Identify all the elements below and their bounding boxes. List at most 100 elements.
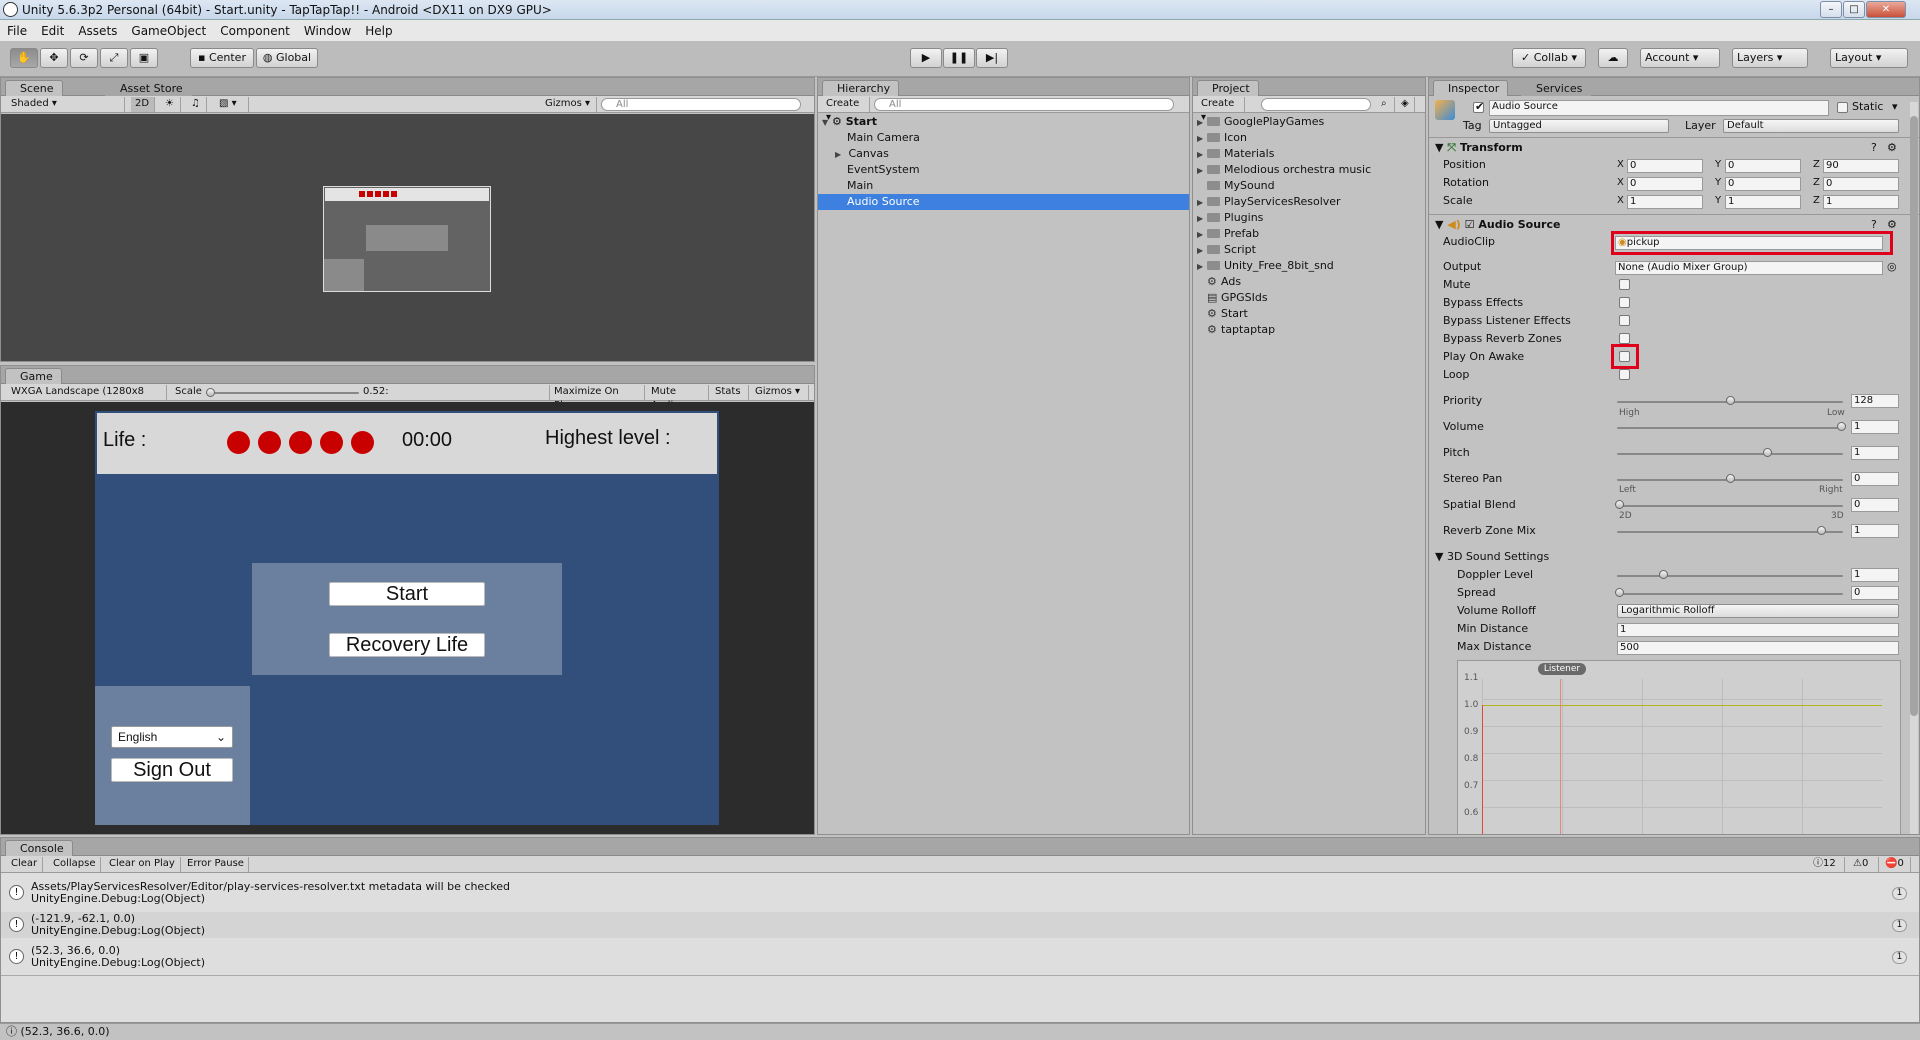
- audio-toggle-icon[interactable]: ♫: [187, 97, 207, 112]
- pitch-slider-knob[interactable]: [1763, 448, 1772, 457]
- spread-slider-track[interactable]: [1617, 593, 1843, 595]
- max-distance-input[interactable]: 500: [1617, 641, 1899, 655]
- clear-on-play-toggle[interactable]: Clear on Play: [105, 857, 181, 872]
- reverb-slider-knob[interactable]: [1817, 526, 1826, 535]
- project-folder[interactable]: ▶ Script: [1193, 242, 1425, 258]
- rotation-x-input[interactable]: 0: [1627, 177, 1703, 191]
- rolloff-graph[interactable]: Listener 1.1 1.0 0.9 0.8 0.7 0.6: [1457, 660, 1901, 834]
- hierarchy-item-main-camera[interactable]: Main Camera: [818, 130, 1189, 146]
- object-picker-icon[interactable]: ◎: [1887, 260, 1897, 274]
- scale-slider-knob[interactable]: [206, 388, 215, 397]
- lighting-icon[interactable]: ☀: [161, 97, 181, 112]
- project-file[interactable]: ⚙ Ads: [1193, 274, 1425, 290]
- console-log-entry[interactable]: ! (-121.9, -62.1, 0.0) UnityEngine.Debug…: [1, 912, 1919, 938]
- volume-slider-knob[interactable]: [1837, 422, 1846, 431]
- move-tool-icon[interactable]: ✥: [40, 48, 68, 68]
- priority-slider-knob[interactable]: [1726, 396, 1735, 405]
- spread-slider-knob[interactable]: [1615, 588, 1624, 597]
- resolution-dropdown[interactable]: WXGA Landscape (1280x8: [7, 385, 167, 400]
- info-count-toggle[interactable]: ⓘ12: [1809, 857, 1845, 872]
- hierarchy-item-audio-source[interactable]: Audio Source: [818, 194, 1189, 210]
- spread-input[interactable]: 0: [1851, 586, 1899, 600]
- static-dropdown-icon[interactable]: ▾: [1892, 100, 1898, 114]
- hierarchy-search-input[interactable]: All: [874, 98, 1174, 111]
- scene-gizmos-dropdown[interactable]: Gizmos ▾: [541, 97, 597, 112]
- hierarchy-item-eventsystem[interactable]: EventSystem: [818, 162, 1189, 178]
- menu-file[interactable]: File: [0, 24, 34, 38]
- tab-game[interactable]: Game: [5, 368, 62, 384]
- play-button[interactable]: ▶: [910, 48, 942, 68]
- mute-audio-toggle[interactable]: Mute Audio: [647, 385, 709, 411]
- project-file[interactable]: ▤ GPGSIds: [1193, 290, 1425, 306]
- output-field[interactable]: None (Audio Mixer Group): [1615, 261, 1883, 275]
- project-folder[interactable]: ▶ Icon: [1193, 130, 1425, 146]
- audio-enabled-check-icon[interactable]: ☑: [1465, 218, 1475, 231]
- rotate-tool-icon[interactable]: ⟳: [70, 48, 98, 68]
- sound3d-foldout[interactable]: ▼ 3D Sound Settings: [1435, 550, 1549, 564]
- position-y-input[interactable]: 0: [1725, 159, 1801, 173]
- pivot-center-button[interactable]: ▪ Center: [190, 48, 254, 68]
- maximize-button[interactable]: □: [1843, 1, 1865, 18]
- spatial-slider-track[interactable]: [1617, 505, 1843, 507]
- project-file[interactable]: ⚙ taptaptap: [1193, 322, 1425, 338]
- pitch-input[interactable]: 1: [1851, 446, 1899, 460]
- project-folder[interactable]: ▶ Materials: [1193, 146, 1425, 162]
- scene-search-input[interactable]: All: [601, 98, 801, 111]
- game-gizmos-dropdown[interactable]: Gizmos ▾: [751, 385, 809, 400]
- project-folder[interactable]: ▶ PlayServicesResolver: [1193, 194, 1425, 210]
- bypass-effects-checkbox[interactable]: [1619, 297, 1630, 308]
- layers-dropdown[interactable]: Layers ▾: [1732, 48, 1808, 68]
- spatial-input[interactable]: 0: [1851, 498, 1899, 512]
- static-checkbox[interactable]: [1837, 102, 1848, 113]
- help-icon[interactable]: ?: [1871, 141, 1877, 155]
- rotation-y-input[interactable]: 0: [1725, 177, 1801, 191]
- tab-inspector[interactable]: Inspector: [1433, 80, 1509, 96]
- project-folder[interactable]: ▶ Plugins: [1193, 210, 1425, 226]
- reverb-input[interactable]: 1: [1851, 524, 1899, 538]
- stats-toggle[interactable]: Stats: [711, 385, 749, 400]
- priority-input[interactable]: 128: [1851, 394, 1899, 408]
- scale-tool-icon[interactable]: ⤢: [100, 48, 128, 68]
- inspector-scrollbar[interactable]: [1910, 102, 1918, 834]
- pivot-global-button[interactable]: ◍ Global: [256, 48, 318, 68]
- doppler-slider-knob[interactable]: [1659, 570, 1668, 579]
- console-log-entry[interactable]: ! (52.3, 36.6, 0.0) UnityEngine.Debug:Lo…: [1, 944, 1919, 970]
- menu-gameobject[interactable]: GameObject: [124, 24, 213, 38]
- minimize-button[interactable]: –: [1820, 1, 1842, 18]
- tag-dropdown[interactable]: Untagged: [1489, 119, 1669, 133]
- project-folder[interactable]: ▶ Unity_Free_8bit_snd: [1193, 258, 1425, 274]
- close-button[interactable]: ✕: [1866, 1, 1906, 18]
- doppler-slider-track[interactable]: [1617, 575, 1843, 577]
- hierarchy-create-dropdown[interactable]: Create ▾: [822, 97, 870, 123]
- volume-input[interactable]: 1: [1851, 420, 1899, 434]
- tab-scene[interactable]: Scene: [5, 80, 63, 96]
- project-create-dropdown[interactable]: Create ▾: [1197, 97, 1245, 123]
- reverb-slider-track[interactable]: [1617, 531, 1843, 533]
- hierarchy-scene-root[interactable]: ▼ ⚙ Start: [818, 114, 1189, 130]
- step-button[interactable]: ▶|: [976, 48, 1008, 68]
- min-distance-input[interactable]: 1: [1617, 623, 1899, 637]
- project-folder[interactable]: ▶ GooglePlayGames: [1193, 114, 1425, 130]
- scale-x-input[interactable]: 1: [1627, 195, 1703, 209]
- console-log-entry[interactable]: ! Assets/PlayServicesResolver/Editor/pla…: [1, 880, 1919, 906]
- collab-button[interactable]: ✓ Collab ▾: [1512, 48, 1586, 68]
- rotation-z-input[interactable]: 0: [1823, 177, 1899, 191]
- tab-services[interactable]: Services: [1521, 80, 1592, 96]
- position-x-input[interactable]: 0: [1627, 159, 1703, 173]
- filter-label-icon[interactable]: ◈: [1397, 97, 1415, 112]
- bypass-listener-checkbox[interactable]: [1619, 315, 1630, 326]
- scene-viewport[interactable]: [1, 114, 814, 361]
- hierarchy-item-main[interactable]: Main: [818, 178, 1189, 194]
- console-collapse-toggle[interactable]: Collapse: [49, 857, 101, 872]
- doppler-input[interactable]: 1: [1851, 568, 1899, 582]
- layout-dropdown[interactable]: Layout ▾: [1830, 48, 1908, 68]
- hierarchy-item-canvas[interactable]: ▶ Canvas: [818, 146, 1189, 162]
- hand-tool-icon[interactable]: ✋: [10, 48, 38, 68]
- transform-header[interactable]: ▼ ⤧ Transform: [1435, 141, 1523, 155]
- language-dropdown[interactable]: English ⌄: [111, 726, 233, 748]
- error-count-toggle[interactable]: ⛔0: [1881, 857, 1911, 872]
- stereo-input[interactable]: 0: [1851, 472, 1899, 486]
- filter-type-icon[interactable]: ⌕: [1377, 97, 1395, 112]
- stereo-slider-knob[interactable]: [1726, 474, 1735, 483]
- gear-icon[interactable]: ⚙: [1887, 218, 1897, 232]
